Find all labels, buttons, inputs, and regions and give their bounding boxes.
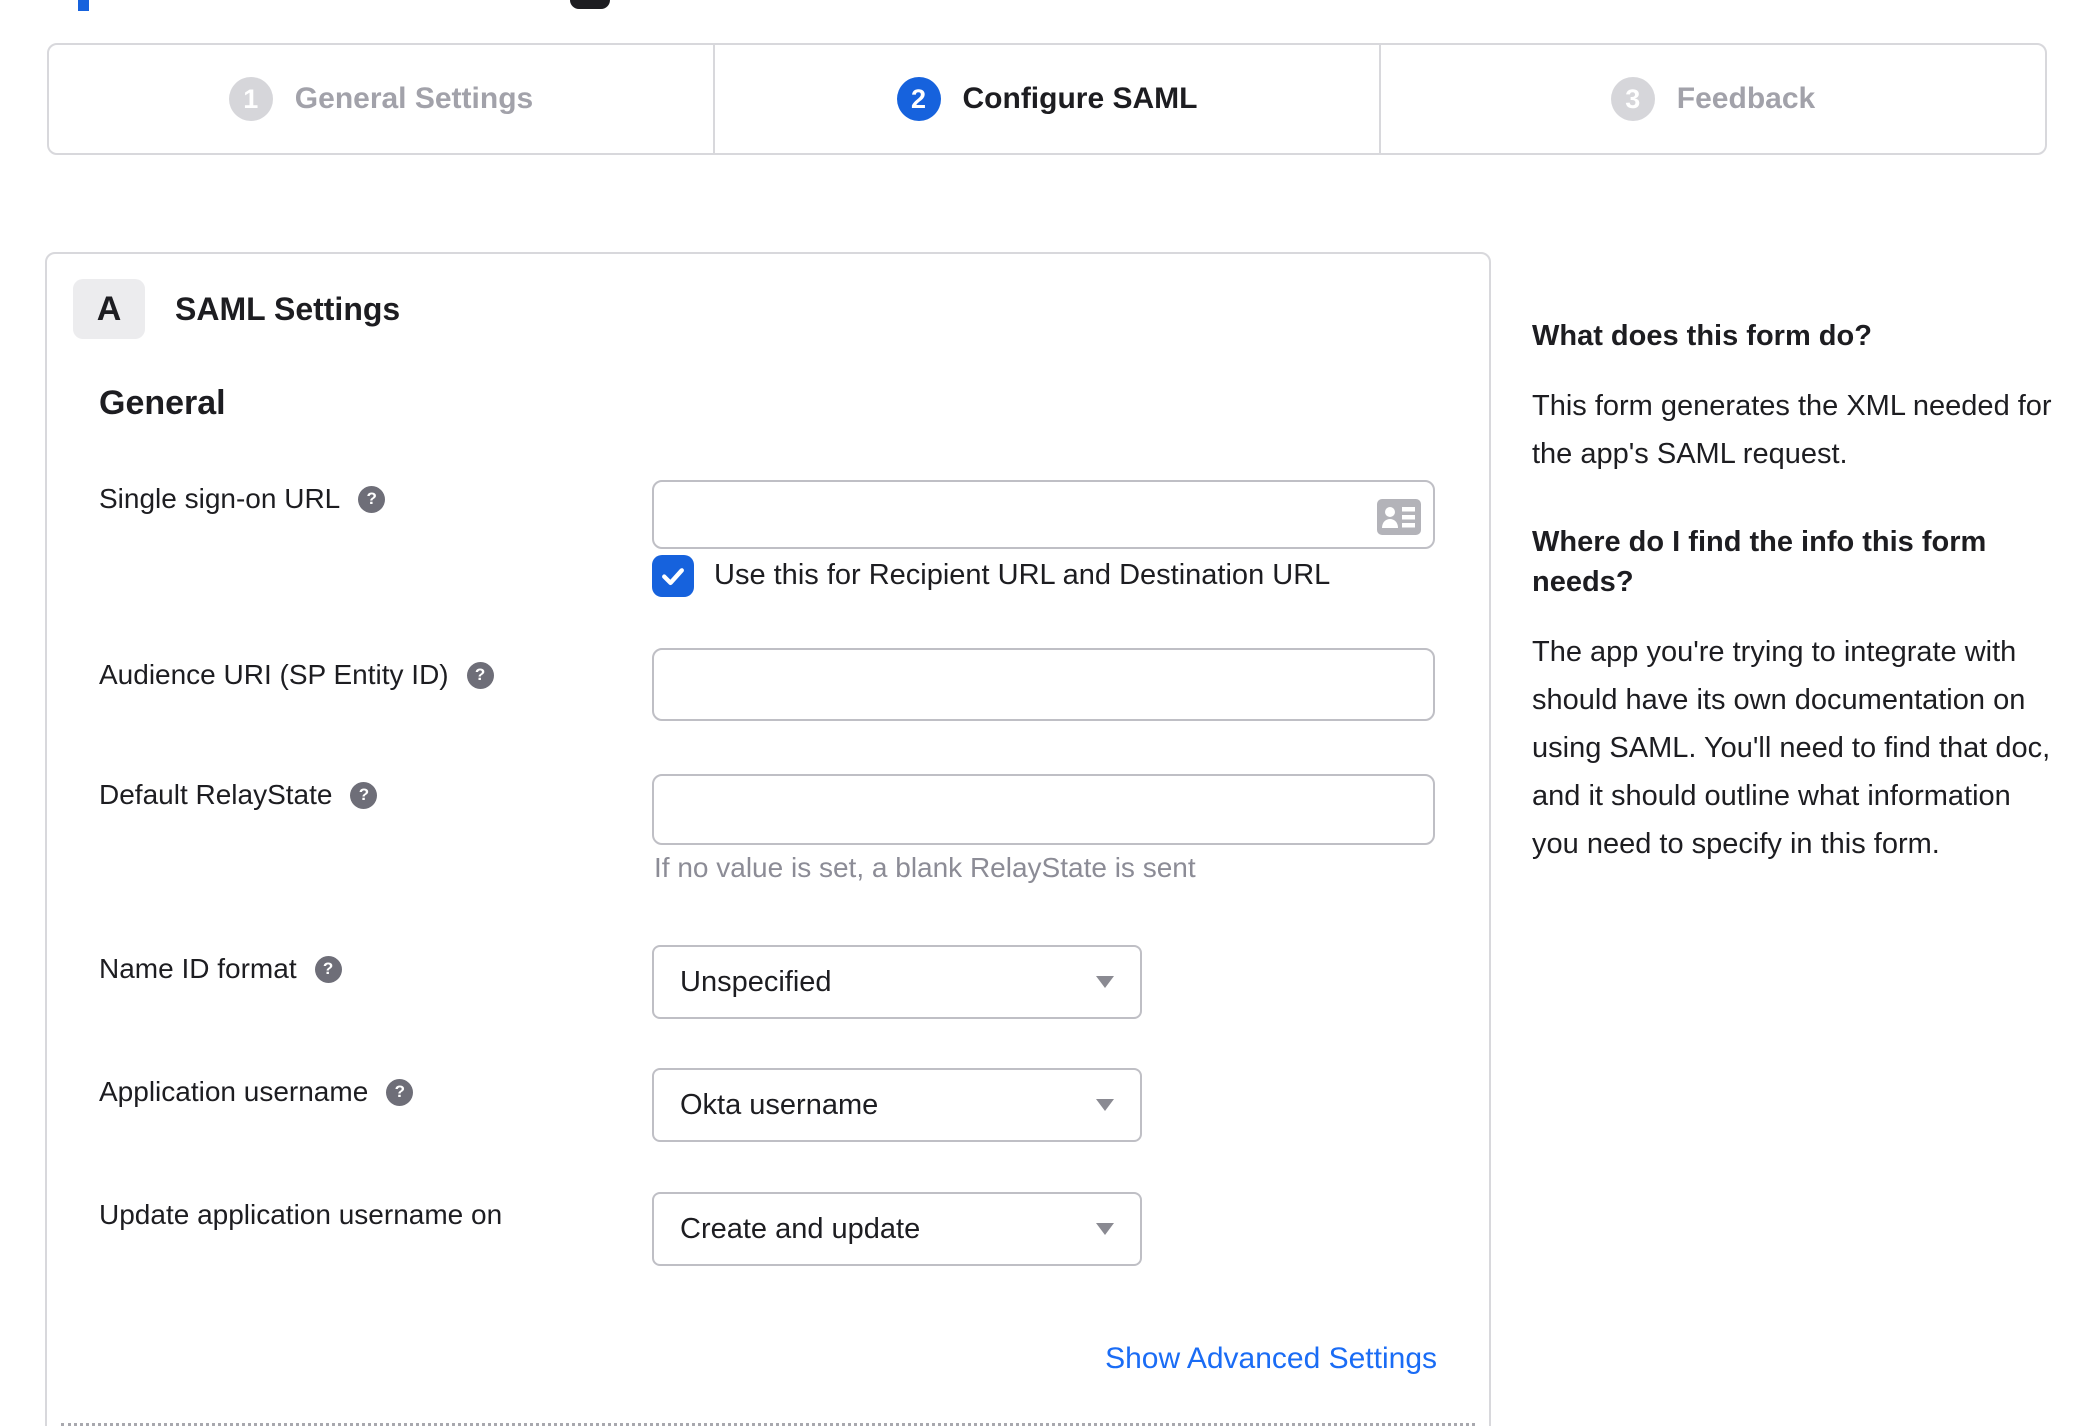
sidebar-answer-2: The app you're trying to integrate with … bbox=[1532, 636, 2051, 860]
configure-saml-page: 1 General Settings 2 Configure SAML 3 Fe… bbox=[0, 0, 2092, 1426]
use-for-recipient-checkbox[interactable] bbox=[652, 555, 694, 597]
logo-fragment bbox=[78, 0, 89, 11]
step-number-badge: 3 bbox=[1610, 77, 1655, 121]
update-username-value: Create and update bbox=[680, 1212, 921, 1245]
audience-uri-input[interactable] bbox=[652, 648, 1435, 721]
show-advanced-settings-link[interactable]: Show Advanced Settings bbox=[1105, 1342, 1437, 1376]
step-label: Configure SAML bbox=[962, 82, 1198, 115]
audience-uri-label-row: Audience URI (SP Entity ID) ? bbox=[99, 658, 494, 692]
name-id-format-value: Unspecified bbox=[680, 965, 832, 998]
step-number-badge: 1 bbox=[228, 77, 273, 121]
header-icon-fragment bbox=[570, 0, 610, 9]
application-username-select[interactable]: Okta username bbox=[652, 1068, 1142, 1142]
sidebar-question-1: What does this form do? bbox=[1532, 320, 1872, 352]
sidebar-question-2: Where do I find the info this form needs… bbox=[1532, 526, 1987, 598]
section-a-badge: A bbox=[73, 279, 145, 339]
name-id-format-label-row: Name ID format ? bbox=[99, 952, 342, 986]
sso-url-label-row: Single sign-on URL ? bbox=[99, 482, 386, 516]
update-username-label: Update application username on bbox=[99, 1199, 503, 1230]
chevron-down-icon bbox=[1096, 1099, 1114, 1111]
application-username-value: Okta username bbox=[680, 1088, 879, 1121]
general-section-title: General bbox=[99, 384, 226, 422]
panel-title: SAML Settings bbox=[175, 290, 401, 327]
name-id-format-label: Name ID format bbox=[99, 953, 297, 984]
contact-card-icon[interactable] bbox=[1377, 499, 1421, 535]
application-username-label: Application username bbox=[99, 1076, 369, 1107]
sidebar-answer-1: This form generates the XML needed for t… bbox=[1532, 390, 2052, 470]
relay-state-input[interactable] bbox=[652, 774, 1435, 845]
relay-state-label: Default RelayState bbox=[99, 779, 333, 810]
update-username-label-row: Update application username on bbox=[99, 1198, 502, 1232]
use-for-recipient-label[interactable]: Use this for Recipient URL and Destinati… bbox=[714, 559, 1330, 592]
step-configure-saml[interactable]: 2 Configure SAML bbox=[713, 45, 1379, 153]
relay-state-label-row: Default RelayState ? bbox=[99, 778, 378, 812]
chevron-down-icon bbox=[1096, 976, 1114, 988]
saml-settings-panel: A SAML Settings General Single sign-on U… bbox=[45, 252, 1491, 1426]
help-icon[interactable]: ? bbox=[466, 661, 494, 689]
panel-header: A SAML Settings bbox=[73, 279, 400, 339]
help-icon[interactable]: ? bbox=[386, 1078, 414, 1106]
update-username-select[interactable]: Create and update bbox=[652, 1192, 1142, 1266]
checkmark-icon bbox=[662, 568, 684, 586]
relay-state-hint: If no value is set, a blank RelayState i… bbox=[654, 852, 1196, 883]
step-general-settings[interactable]: 1 General Settings bbox=[49, 45, 713, 153]
help-icon[interactable]: ? bbox=[314, 955, 342, 983]
step-label: Feedback bbox=[1676, 82, 1816, 115]
name-id-format-select[interactable]: Unspecified bbox=[652, 945, 1142, 1019]
sso-url-label: Single sign-on URL bbox=[99, 483, 341, 514]
audience-uri-label: Audience URI (SP Entity ID) bbox=[99, 659, 449, 690]
help-icon[interactable]: ? bbox=[350, 781, 378, 809]
application-username-label-row: Application username ? bbox=[99, 1075, 414, 1109]
step-feedback[interactable]: 3 Feedback bbox=[1379, 45, 2045, 153]
help-sidebar: What does this form do? This form genera… bbox=[1532, 316, 2062, 912]
help-icon[interactable]: ? bbox=[358, 485, 386, 513]
wizard-stepper: 1 General Settings 2 Configure SAML 3 Fe… bbox=[47, 43, 2047, 155]
sso-url-input[interactable] bbox=[652, 480, 1435, 549]
step-label: General Settings bbox=[294, 82, 534, 115]
chevron-down-icon bbox=[1096, 1223, 1114, 1235]
step-number-badge: 2 bbox=[896, 77, 941, 121]
